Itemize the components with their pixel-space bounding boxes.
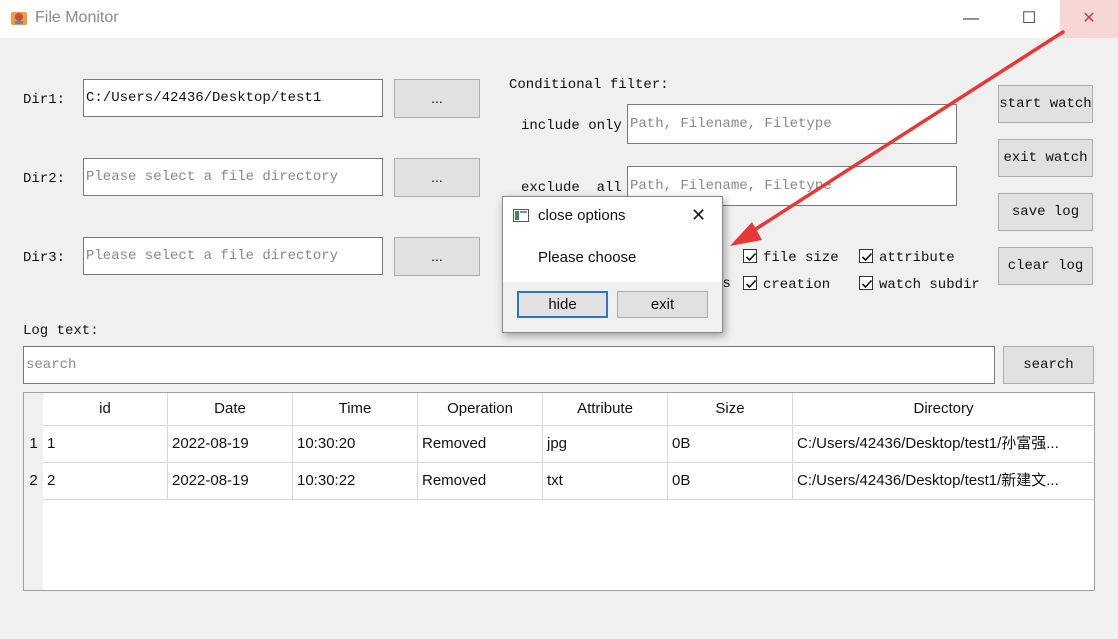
- main-window: File Monitor — ☐ ✕ Dir1: C:/Users/42436/…: [0, 0, 1118, 639]
- annotation-arrow-icon: [730, 30, 1065, 246]
